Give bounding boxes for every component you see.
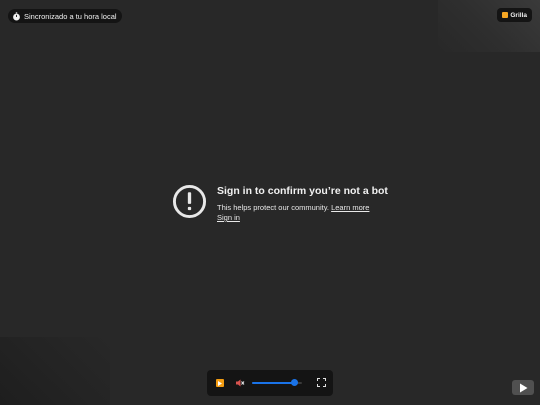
volume-slider[interactable] [252,379,302,387]
message-body: This helps protect our community. Learn … [217,203,388,213]
volume-slider-fill [252,382,294,384]
sign-in-link[interactable]: Sign in [217,213,240,222]
grid-toggle-button[interactable]: Grilla [497,8,532,22]
stopwatch-icon [13,11,20,20]
youtube-play-icon [519,383,527,392]
grid-badge-label: Grilla [510,11,527,19]
player-control-bar [207,370,333,396]
message-body-text: This helps protect our community. [217,203,329,212]
play-icon [218,380,222,386]
youtube-button[interactable] [512,380,534,395]
message-text: Sign in to confirm you’re not a bot This… [217,184,388,223]
learn-more-link[interactable]: Learn more [331,203,369,212]
sync-badge-label: Sincronizado a tu hora local [24,11,117,21]
fullscreen-icon[interactable] [317,378,326,387]
play-button[interactable] [216,379,224,387]
sign-in-row: Sign in [217,213,388,223]
grid-icon [502,12,509,18]
corner-gradient-bottom-left [0,337,110,405]
speaker-muted-icon[interactable] [235,378,245,388]
bot-check-message: Sign in to confirm you’re not a bot This… [172,184,388,223]
message-title: Sign in to confirm you’re not a bot [217,185,388,197]
sync-badge: Sincronizado a tu hora local [8,9,122,23]
volume-slider-thumb[interactable] [290,379,298,386]
exclamation-circle-icon [172,184,207,219]
